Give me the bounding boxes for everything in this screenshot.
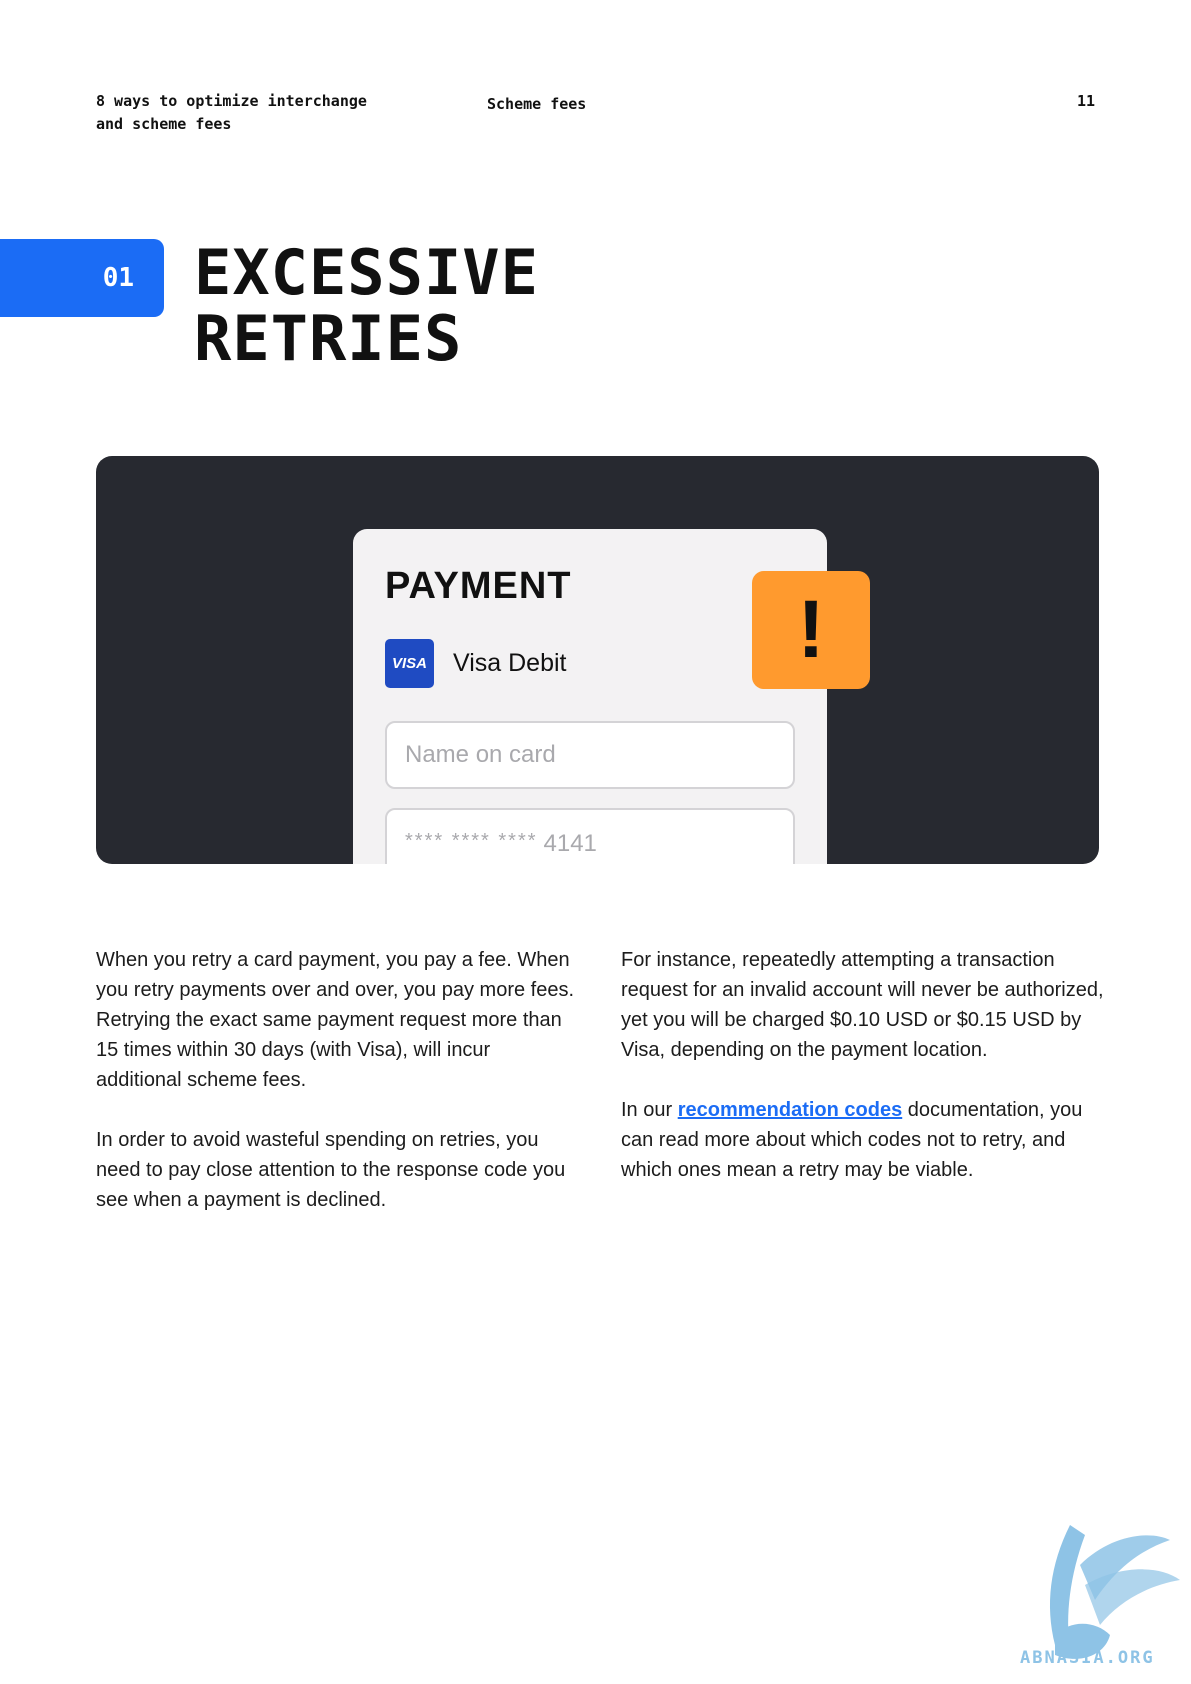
page-number: 11 [1076,92,1095,110]
section-title-line1: EXCESSIVE [194,236,539,309]
payment-illustration: PAYMENT VISA Visa Debit Name on card ***… [96,456,1099,864]
watermark-text: ABNASIA.ORG [1020,1648,1155,1668]
name-on-card-placeholder: Name on card [405,741,556,768]
body-paragraph-with-link: In our recommendation codes documentatio… [621,1095,1106,1185]
chapter-header: Scheme fees [487,95,587,113]
section-title: EXCESSIVE RETRIES [194,240,539,372]
document-title-header: 8 ways to optimize interchange and schem… [96,90,396,136]
payment-method-label: Visa Debit [453,649,567,677]
card-number-field: **** **** **** 4141 [385,808,795,864]
payment-form-title: PAYMENT [385,565,572,607]
body-paragraph: When you retry a card payment, you pay a… [96,949,575,1091]
warning-icon: ! [752,571,870,689]
header-title-line1: 8 ways to optimize interchange [96,92,367,110]
section-title-line2: RETRIES [194,302,463,375]
header-title-line2: and scheme fees [96,115,232,133]
body-paragraph: In order to avoid wasteful spending on r… [96,1129,566,1211]
card-number-mask: **** **** **** [405,830,538,852]
name-on-card-field: Name on card [385,721,795,789]
recommendation-codes-link[interactable]: recommendation codes [678,1099,903,1121]
visa-logo-icon: VISA [385,639,434,688]
body-column-left: When you retry a card payment, you pay a… [96,945,576,1245]
link-lead-text: In our [621,1099,678,1121]
body-column-right: For instance, repeatedly attempting a tr… [621,945,1106,1215]
card-number-last4: 4141 [543,830,597,857]
section-number-badge: 01 [0,239,164,317]
body-paragraph: For instance, repeatedly attempting a tr… [621,949,1104,1061]
